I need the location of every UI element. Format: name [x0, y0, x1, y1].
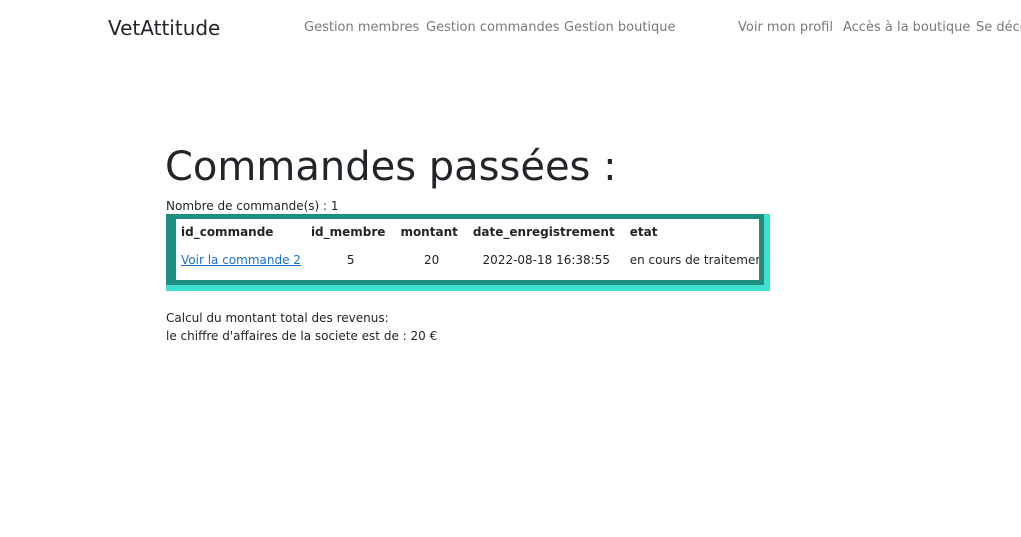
revenue-total: le chiffre d'affaires de la societe est … [166, 329, 438, 343]
header-etat: etat [629, 225, 658, 239]
cell-date-enregistrement: 2022-08-18 16:38:55 [482, 253, 610, 267]
table-row: Voir la commande 2 5 20 2022-08-18 16:38… [176, 245, 759, 275]
nav-deconnexion[interactable]: Se déco [976, 19, 1021, 37]
cell-etat: en cours de traitement [629, 253, 759, 267]
header-id-membre: id_membre [310, 225, 386, 239]
top-navbar: VetAttitude Gestion membres Gestion comm… [0, 0, 1021, 56]
nav-acces-boutique[interactable]: Accès à la boutique [843, 19, 970, 37]
nav-gestion-commandes[interactable]: Gestion commandes [426, 19, 560, 37]
orders-table-container: id_commande id_membre montant date_enreg… [176, 219, 759, 280]
header-montant: montant [400, 225, 458, 239]
cell-id-membre: 5 [346, 253, 355, 267]
orders-table-frame: id_commande id_membre montant date_enreg… [166, 214, 770, 291]
nav-voir-profil[interactable]: Voir mon profil [738, 19, 833, 37]
cell-montant: 20 [424, 253, 440, 267]
orders-table-border: id_commande id_membre montant date_enreg… [166, 214, 764, 285]
nav-gestion-boutique[interactable]: Gestion boutique [564, 19, 676, 37]
page-title: Commandes passées : [165, 144, 617, 190]
order-count: Nombre de commande(s) : 1 [166, 199, 339, 213]
orders-table: id_commande id_membre montant date_enreg… [176, 219, 759, 275]
header-id-commande: id_commande [181, 225, 274, 239]
nav-gestion-membres[interactable]: Gestion membres [304, 19, 419, 37]
header-date-enregistrement: date_enregistrement [472, 225, 615, 239]
brand-logo[interactable]: VetAttitude [108, 16, 220, 40]
table-header-row: id_commande id_membre montant date_enreg… [176, 219, 759, 245]
revenue-intro: Calcul du montant total des revenus: [166, 311, 389, 325]
view-order-link[interactable]: Voir la commande 2 [181, 253, 301, 267]
cell-id-commande: Voir la commande 2 [176, 245, 306, 275]
